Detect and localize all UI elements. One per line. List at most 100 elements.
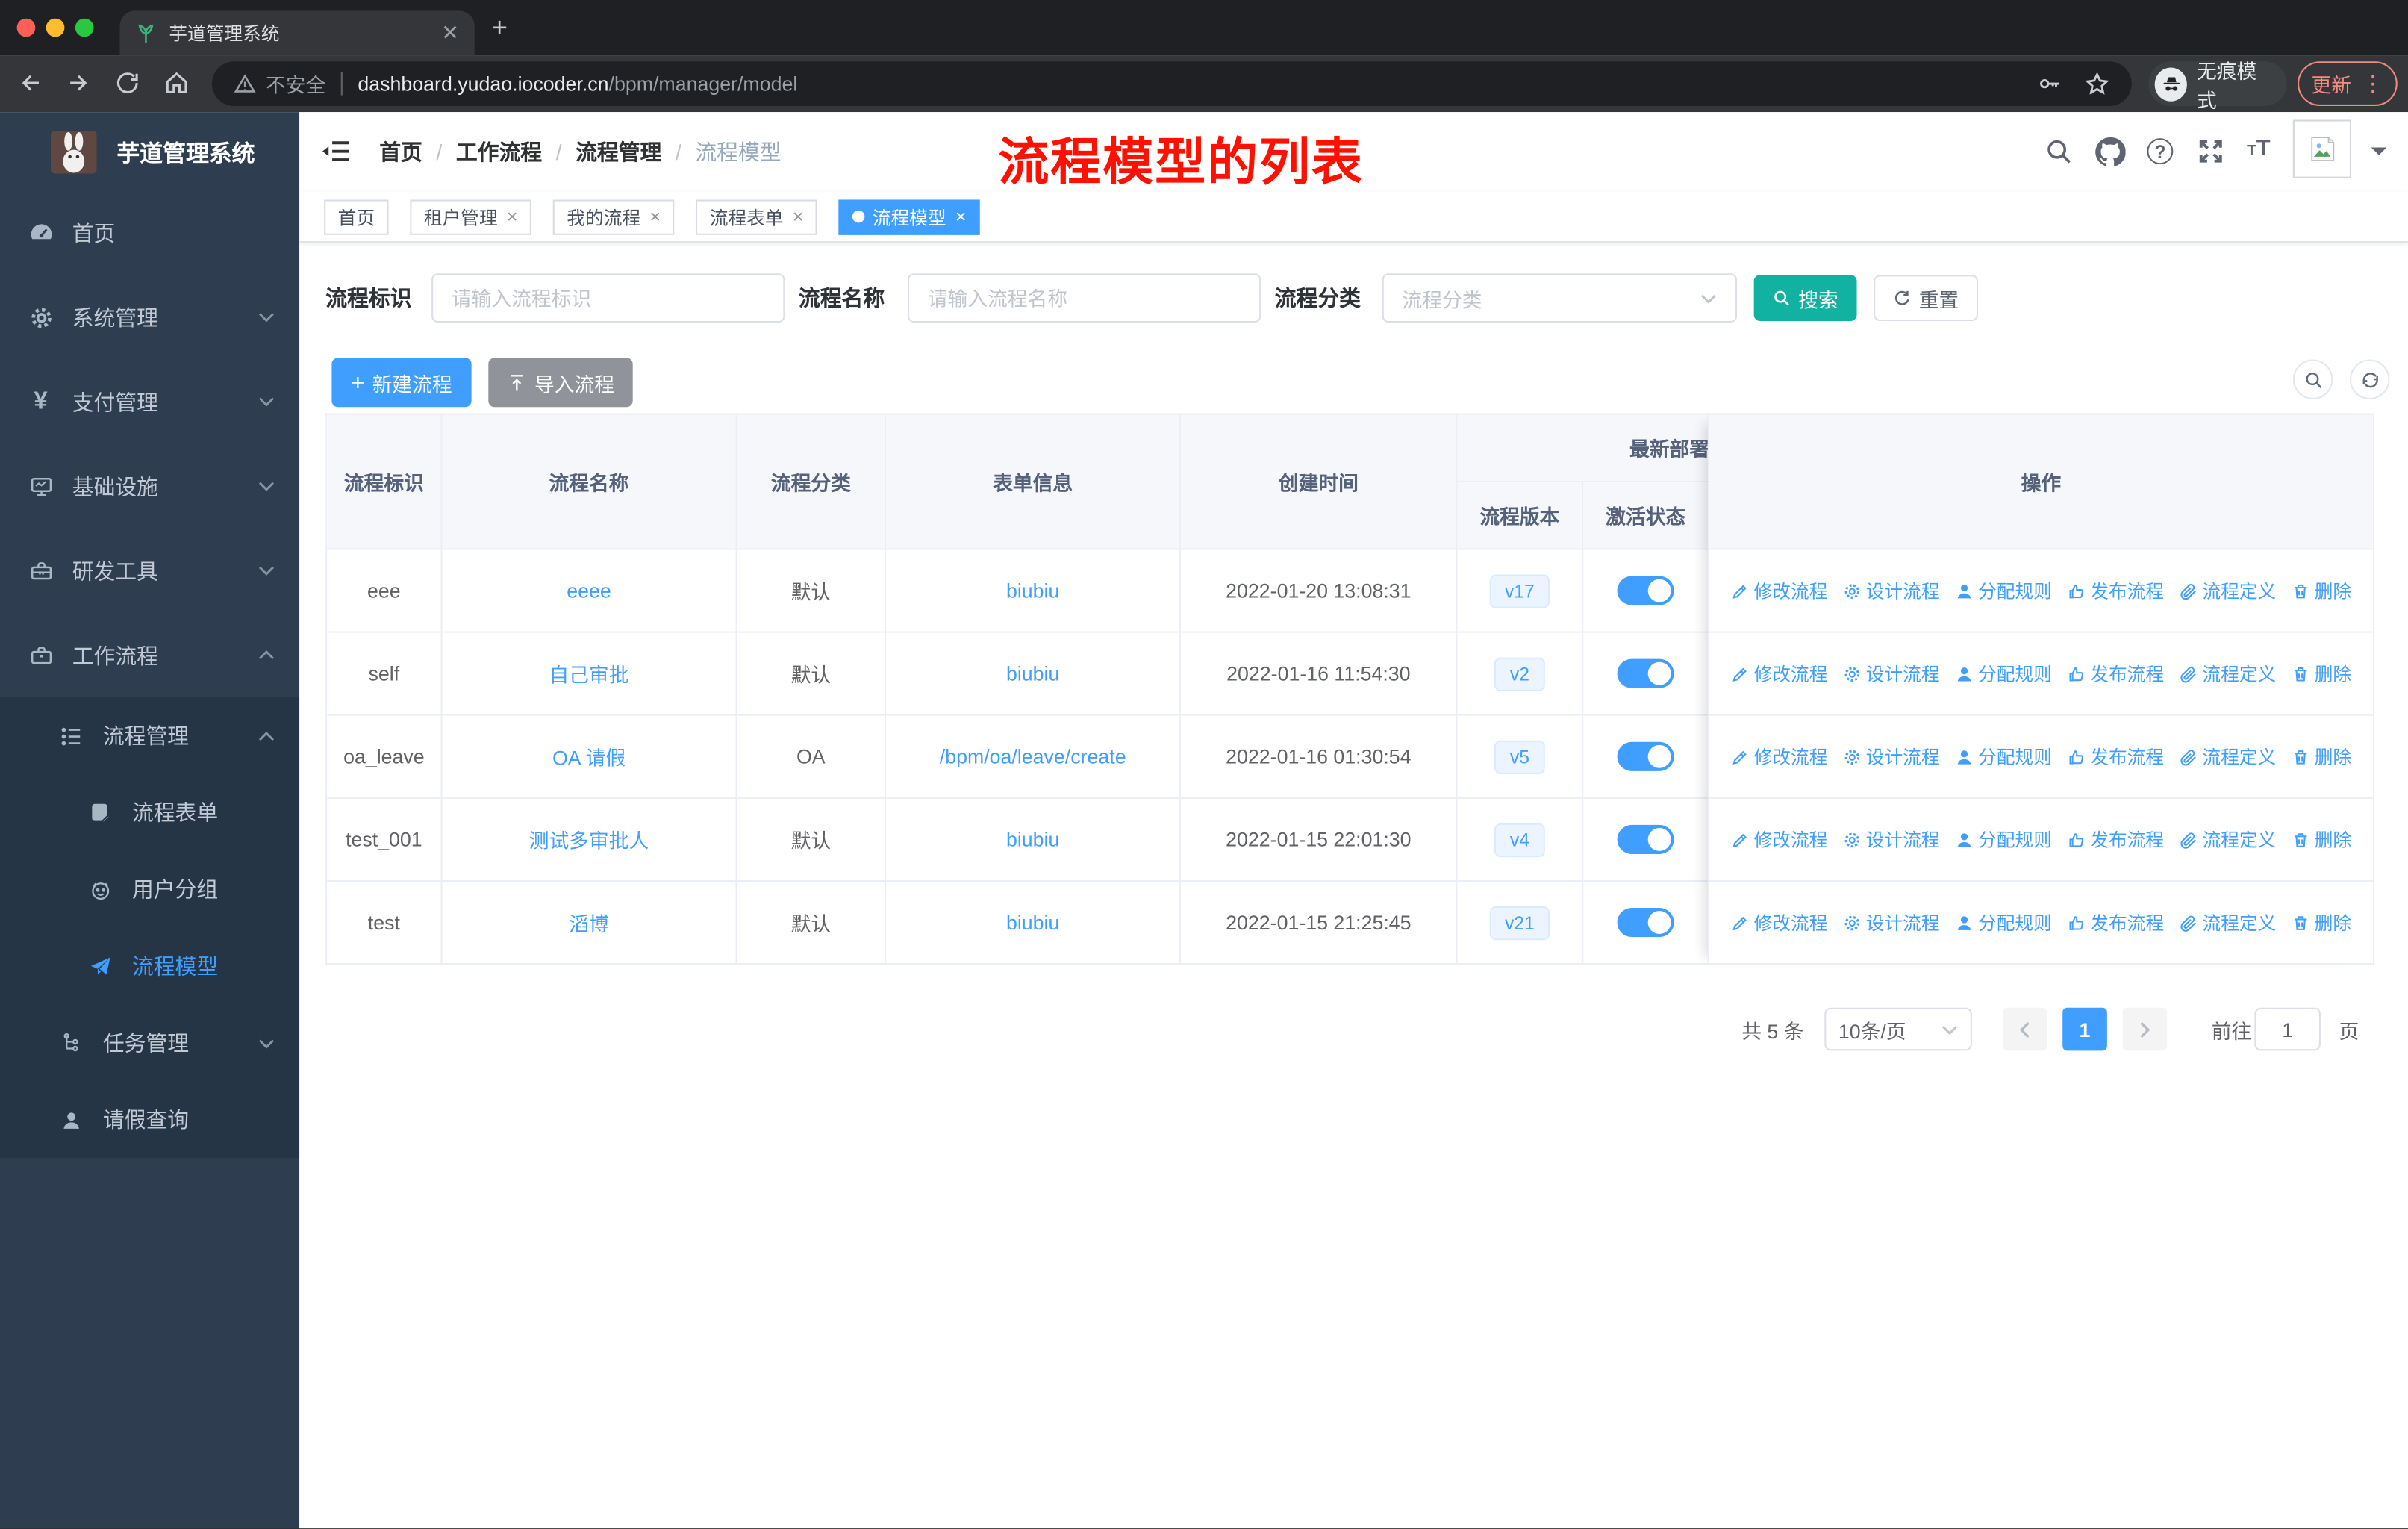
process-name-link[interactable]: 自己审批: [549, 659, 629, 688]
action-publish[interactable]: 发布流程: [2067, 661, 2164, 687]
sidebar-item-home[interactable]: 首页: [0, 190, 299, 275]
action-delete[interactable]: 删除: [2292, 909, 2351, 935]
process-name-link[interactable]: 滔博: [569, 908, 609, 937]
action-publish[interactable]: 发布流程: [2067, 578, 2164, 604]
sidebar-item-infra[interactable]: 基础设施: [0, 444, 299, 529]
action-assign[interactable]: 分配规则: [1955, 826, 2052, 853]
action-assign[interactable]: 分配规则: [1955, 909, 2052, 935]
avatar-caret-icon[interactable]: [2371, 147, 2387, 164]
help-icon[interactable]: ?: [2147, 138, 2174, 165]
tag-close-icon[interactable]: ×: [507, 206, 517, 228]
traffic-light-close[interactable]: [16, 18, 36, 37]
action-assign[interactable]: 分配规则: [1955, 661, 2052, 687]
tag-首页[interactable]: 首页: [324, 199, 389, 234]
tag-close-icon[interactable]: ×: [955, 206, 966, 228]
tag-close-icon[interactable]: ×: [649, 206, 660, 228]
active-toggle[interactable]: [1617, 576, 1674, 605]
browser-tab[interactable]: 芋道管理系统 ✕: [119, 10, 475, 56]
prev-page-button[interactable]: [2002, 1007, 2047, 1051]
breadcrumb-process-mgmt[interactable]: 流程管理: [576, 137, 661, 167]
action-publish[interactable]: 发布流程: [2067, 909, 2164, 935]
sidebar-item-payment[interactable]: ¥ 支付管理: [0, 359, 299, 443]
action-definition[interactable]: 流程定义: [2180, 826, 2276, 853]
action-delete[interactable]: 删除: [2292, 578, 2351, 604]
action-edit[interactable]: 修改流程: [1731, 578, 1827, 604]
sidebar-item-process-model[interactable]: 流程模型: [0, 928, 299, 1005]
bookmark-star-icon[interactable]: [2084, 71, 2110, 97]
action-design[interactable]: 设计流程: [1843, 909, 1940, 935]
sidebar-item-task-mgmt[interactable]: 任务管理: [0, 1005, 299, 1082]
font-size-icon[interactable]: TT: [2247, 135, 2270, 161]
fullscreen-icon[interactable]: [2196, 137, 2225, 166]
back-icon[interactable]: [17, 69, 45, 97]
action-delete[interactable]: 删除: [2292, 744, 2351, 770]
action-design[interactable]: 设计流程: [1843, 744, 1940, 770]
user-avatar[interactable]: [2292, 119, 2352, 178]
new-process-button[interactable]: + 新建流程: [331, 358, 472, 408]
form-info-link[interactable]: biubiu: [1006, 828, 1059, 851]
active-toggle[interactable]: [1617, 907, 1674, 938]
search-button[interactable]: 搜索: [1753, 275, 1857, 322]
process-name-input[interactable]: [907, 273, 1261, 323]
action-definition[interactable]: 流程定义: [2180, 578, 2276, 604]
sidebar-item-leave-query[interactable]: 请假查询: [0, 1081, 299, 1158]
action-definition[interactable]: 流程定义: [2180, 744, 2276, 770]
sidebar-item-process-mgmt[interactable]: 流程管理: [0, 697, 299, 774]
action-delete[interactable]: 删除: [2292, 826, 2351, 853]
breadcrumb-workflow[interactable]: 工作流程: [456, 137, 542, 167]
import-process-button[interactable]: 导入流程: [488, 358, 633, 408]
next-page-button[interactable]: [2122, 1007, 2168, 1051]
action-assign[interactable]: 分配规则: [1955, 744, 2052, 770]
tag-流程模型[interactable]: 流程模型 ×: [838, 199, 980, 234]
sidebar-item-process-form[interactable]: 流程表单: [0, 774, 299, 851]
tag-租户管理[interactable]: 租户管理 ×: [410, 199, 531, 234]
process-id-input[interactable]: [431, 273, 785, 323]
forward-icon[interactable]: [64, 69, 92, 97]
refresh-table-button[interactable]: [2349, 359, 2390, 399]
search-icon[interactable]: [2044, 137, 2074, 166]
tab-close-icon[interactable]: ✕: [441, 20, 459, 46]
action-edit[interactable]: 修改流程: [1731, 744, 1827, 770]
key-icon[interactable]: [2036, 71, 2062, 97]
goto-page-input[interactable]: [2254, 1007, 2321, 1051]
sidebar-item-workflow[interactable]: 工作流程: [0, 613, 299, 697]
form-info-link[interactable]: /bpm/oa/leave/create: [940, 745, 1126, 768]
action-definition[interactable]: 流程定义: [2180, 661, 2276, 687]
action-publish[interactable]: 发布流程: [2067, 744, 2164, 770]
breadcrumb-home[interactable]: 首页: [379, 137, 422, 167]
sidebar-item-devtools[interactable]: 研发工具: [0, 529, 299, 613]
current-page-button[interactable]: 1: [2062, 1007, 2107, 1051]
reload-icon[interactable]: [113, 69, 141, 97]
tag-我的流程[interactable]: 我的流程 ×: [552, 199, 675, 234]
action-definition[interactable]: 流程定义: [2180, 909, 2276, 935]
sidebar-item-system[interactable]: 系统管理: [0, 275, 299, 359]
reset-button[interactable]: 重置: [1874, 275, 1979, 322]
action-design[interactable]: 设计流程: [1843, 578, 1940, 604]
active-toggle[interactable]: [1617, 741, 1674, 771]
action-edit[interactable]: 修改流程: [1731, 909, 1827, 935]
form-info-link[interactable]: biubiu: [1006, 579, 1059, 602]
process-name-link[interactable]: 测试多审批人: [529, 825, 649, 854]
hamburger-icon[interactable]: [322, 138, 352, 164]
show-search-button[interactable]: [2292, 359, 2333, 399]
active-toggle[interactable]: [1617, 824, 1674, 854]
tag-流程表单[interactable]: 流程表单 ×: [696, 199, 817, 234]
action-design[interactable]: 设计流程: [1843, 661, 1940, 687]
traffic-light-zoom[interactable]: [75, 18, 94, 37]
sidebar-item-user-group[interactable]: 用户分组: [0, 851, 299, 928]
url-bar[interactable]: 不安全 dashboard.yudao.iocoder.cn/bpm/manag…: [211, 61, 2132, 106]
category-select[interactable]: 流程分类: [1382, 273, 1738, 323]
process-name-link[interactable]: OA 请假: [552, 742, 626, 771]
action-edit[interactable]: 修改流程: [1731, 826, 1827, 853]
form-info-link[interactable]: biubiu: [1006, 911, 1059, 934]
form-info-link[interactable]: biubiu: [1006, 662, 1059, 685]
new-tab-button[interactable]: +: [491, 12, 508, 44]
page-size-select[interactable]: 10条/页: [1824, 1007, 1972, 1051]
process-name-link[interactable]: eeee: [567, 579, 611, 602]
action-design[interactable]: 设计流程: [1843, 826, 1940, 853]
tag-close-icon[interactable]: ×: [793, 206, 803, 228]
action-publish[interactable]: 发布流程: [2067, 826, 2164, 853]
update-chrome-button[interactable]: 更新 ⋮: [2298, 61, 2398, 106]
action-delete[interactable]: 删除: [2292, 661, 2351, 687]
active-toggle[interactable]: [1617, 658, 1674, 688]
